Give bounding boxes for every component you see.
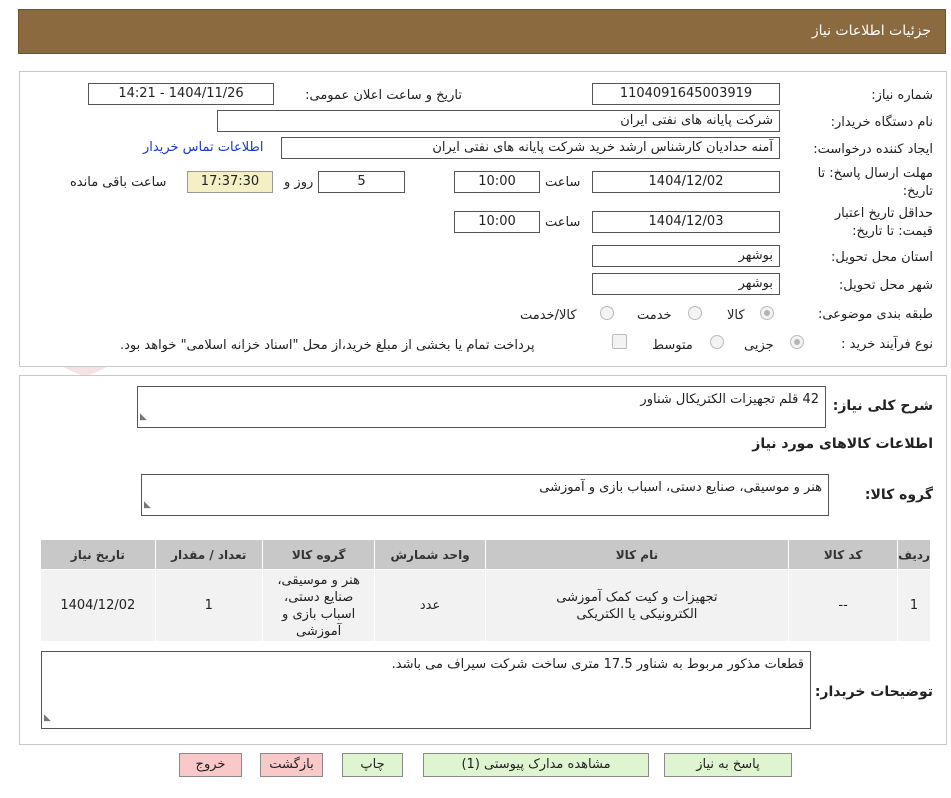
print-button[interactable]: چاپ: [342, 753, 403, 777]
category-option-service: خدمت: [637, 308, 672, 323]
resize-grip-icon[interactable]: ◢: [144, 496, 151, 514]
cell-code: --: [788, 569, 899, 642]
page-title: جزئیات اطلاعات نیاز: [811, 23, 931, 39]
description-textarea[interactable]: 42 قلم تجهیزات الکتریکال شناور ◢: [137, 386, 826, 428]
days-remaining-field[interactable]: 5: [318, 171, 405, 193]
category-radio-goods-service[interactable]: [600, 306, 614, 320]
remaining-label: ساعت باقی مانده: [70, 175, 167, 190]
goods-table: ردیف کد کالا نام کالا واحد شمارش گروه کا…: [40, 539, 931, 642]
buyer-notes-textarea[interactable]: قطعات مذکور مربوط به شناور 17.5 متری ساخ…: [41, 651, 811, 729]
announce-datetime-field[interactable]: 1404/11/26 - 14:21: [88, 83, 274, 105]
col-header-quantity: تعداد / مقدار: [154, 539, 263, 570]
deadline-date-field[interactable]: 1404/12/02: [592, 171, 780, 193]
validity-time-field[interactable]: 10:00: [454, 211, 540, 233]
creator-label: ایجاد کننده درخواست:: [813, 142, 933, 157]
deadline-time-label: ساعت: [545, 175, 581, 190]
exit-button[interactable]: خروج: [179, 753, 242, 777]
col-header-date: تاریخ نیاز: [40, 539, 156, 570]
process-option-minor: جزیی: [744, 338, 774, 353]
description-label: شرح کلی نیاز:: [832, 398, 933, 414]
days-label: روز و: [284, 175, 314, 190]
back-button[interactable]: بازگشت: [260, 753, 323, 777]
city-field[interactable]: بوشهر: [592, 273, 780, 295]
deadline-label-2: تاریخ:: [902, 184, 933, 199]
deadline-time-field[interactable]: 10:00: [454, 171, 540, 193]
process-radio-minor[interactable]: [790, 335, 804, 349]
cell-name: تجهیزات و کیت کمک آموزشی الکترونیکی یا ا…: [484, 569, 790, 642]
cell-unit: عدد: [374, 569, 486, 642]
treasury-payment-note: پرداخت تمام یا بخشی از مبلغ خرید،از محل …: [120, 338, 535, 353]
cell-quantity: 1: [154, 569, 263, 642]
province-field[interactable]: بوشهر: [592, 245, 780, 267]
category-label: طبقه بندی موضوعی:: [817, 307, 933, 322]
col-header-row-number: ردیف: [897, 539, 931, 570]
validity-time-label: ساعت: [545, 215, 581, 230]
process-label: نوع فرآیند خرید :: [841, 337, 933, 352]
creator-field[interactable]: آمنه حدادیان کارشناس ارشد خرید شرکت پایا…: [281, 137, 780, 159]
col-header-group: گروه کالا: [261, 539, 376, 570]
buyer-contact-link[interactable]: اطلاعات تماس خریدار: [143, 140, 263, 155]
reply-button[interactable]: پاسخ به نیاز: [664, 753, 792, 777]
need-number-label: شماره نیاز:: [871, 88, 933, 103]
buyer-org-field[interactable]: شرکت پایانه های نفتی ایران: [217, 110, 780, 132]
col-header-unit: واحد شمارش: [374, 539, 486, 570]
table-header-row: ردیف کد کالا نام کالا واحد شمارش گروه کا…: [40, 539, 931, 570]
goods-group-label: گروه کالا:: [864, 487, 933, 503]
validity-label-2: قیمت: تا تاریخ:: [852, 224, 933, 239]
remaining-time-field: 17:37:30: [187, 171, 273, 193]
process-radio-medium[interactable]: [710, 335, 724, 349]
attachments-button[interactable]: مشاهده مدارک پیوستی (1): [423, 753, 649, 777]
col-header-code: کد کالا: [788, 539, 899, 570]
category-option-goods: کالا: [727, 308, 745, 323]
process-option-medium: متوسط: [652, 338, 693, 353]
description-text: 42 قلم تجهیزات الکتریکال شناور: [640, 392, 819, 407]
goods-group-textarea[interactable]: هنر و موسیقی، صنایع دستی، اسباب بازی و آ…: [141, 474, 829, 516]
buyer-notes-text: قطعات مذکور مربوط به شناور 17.5 متری ساخ…: [391, 657, 804, 672]
col-header-name: نام کالا: [484, 539, 790, 570]
cell-group: هنر و موسیقی، صنایع دستی، اسباب بازی و آ…: [261, 569, 376, 642]
page-header: جزئیات اطلاعات نیاز: [18, 9, 946, 54]
category-radio-goods[interactable]: [760, 306, 774, 320]
city-label: شهر محل تحویل:: [838, 278, 933, 293]
validity-label: حداقل تاریخ اعتبار: [834, 206, 933, 221]
table-row: 1 -- تجهیزات و کیت کمک آموزشی الکترونیکی…: [40, 569, 931, 642]
deadline-label: مهلت ارسال پاسخ: تا: [817, 166, 933, 181]
category-radio-service[interactable]: [688, 306, 702, 320]
treasury-payment-checkbox[interactable]: [612, 334, 627, 349]
goods-info-title: اطلاعات کالاهای مورد نیاز: [752, 436, 933, 452]
cell-date: 1404/12/02: [40, 569, 156, 642]
category-option-goods-service: کالا/خدمت: [520, 308, 577, 323]
announce-label: تاریخ و ساعت اعلان عمومی:: [305, 88, 462, 103]
buyer-org-label: نام دستگاه خریدار:: [830, 115, 933, 130]
cell-row-number: 1: [897, 569, 931, 642]
need-number-field[interactable]: 1104091645003919: [592, 83, 780, 105]
validity-date-field[interactable]: 1404/12/03: [592, 211, 780, 233]
goods-group-text: هنر و موسیقی، صنایع دستی، اسباب بازی و آ…: [539, 480, 822, 495]
buyer-notes-label: توضیحات خریدار:: [814, 684, 933, 700]
resize-grip-icon[interactable]: ◢: [44, 709, 51, 727]
province-label: استان محل تحویل:: [831, 250, 933, 265]
resize-grip-icon[interactable]: ◢: [140, 408, 147, 426]
